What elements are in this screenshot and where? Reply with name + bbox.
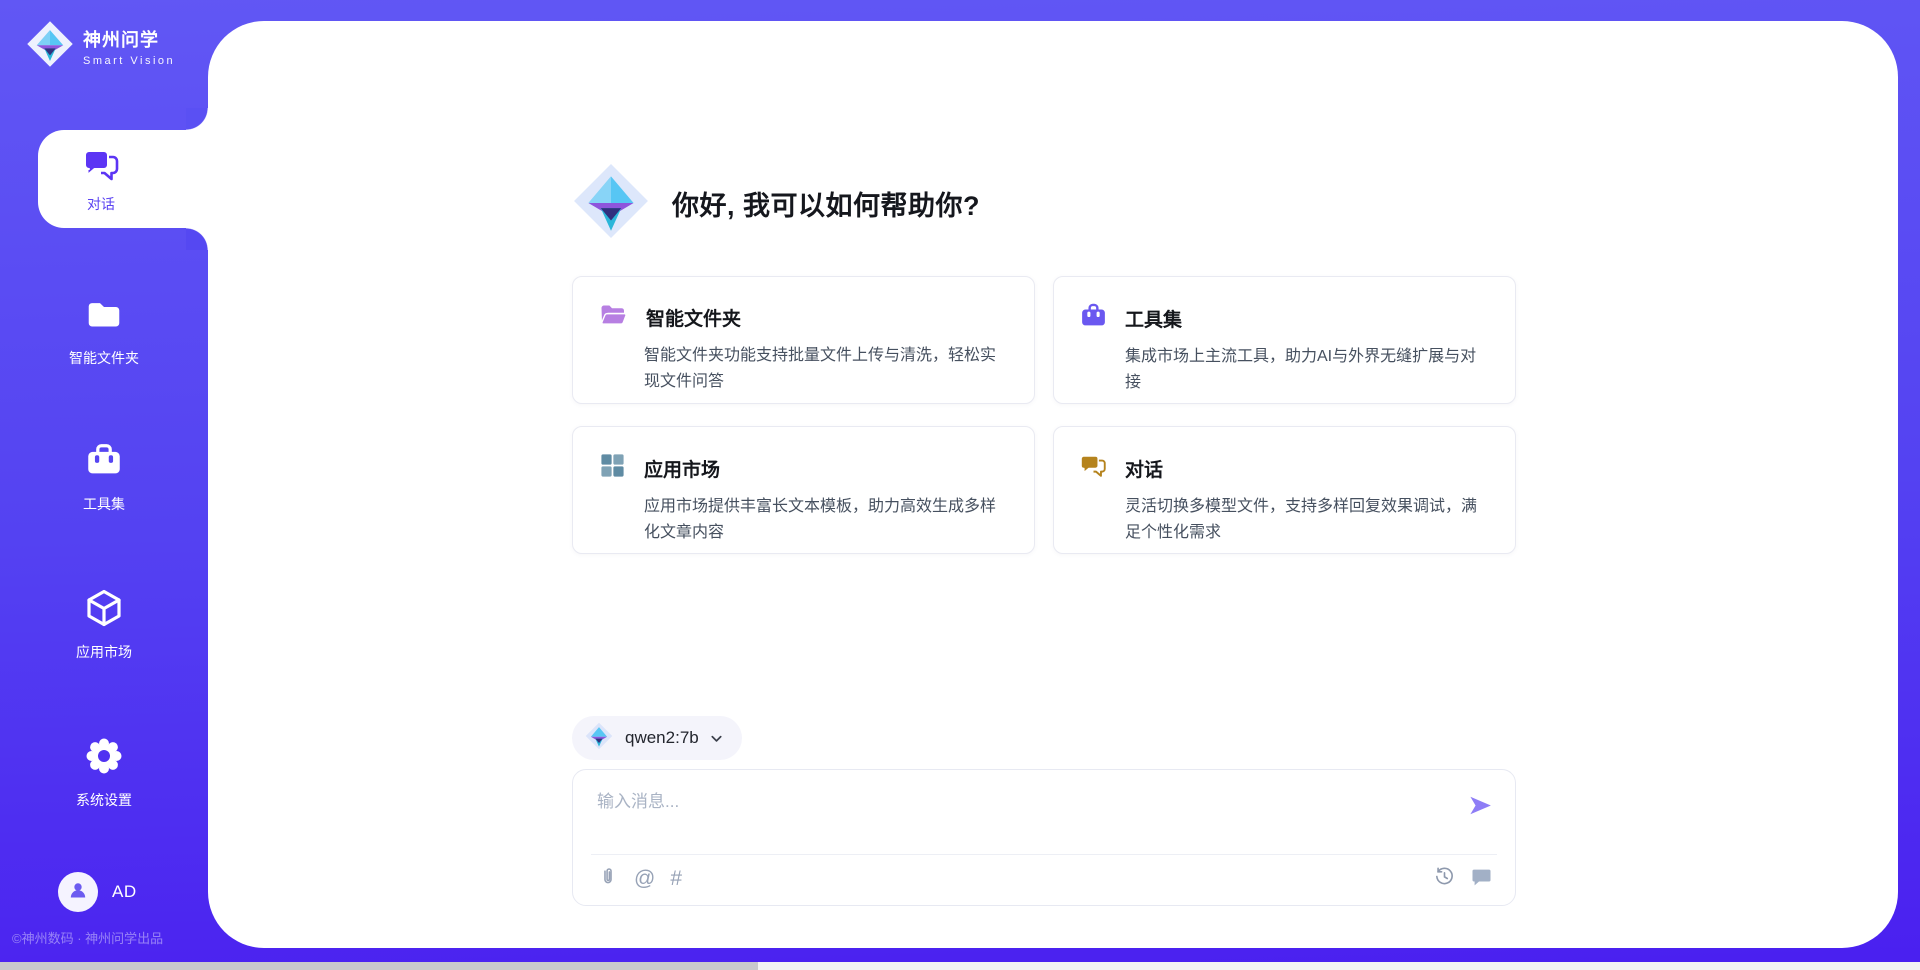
send-button[interactable] (1465, 792, 1495, 822)
grid-icon (599, 452, 626, 484)
chat-bubbles-icon (1080, 452, 1107, 484)
greeting-text: 你好, 我可以如何帮助你? (672, 184, 980, 223)
card-chat[interactable]: 对话 灵活切换多模型文件，支持多样回复效果调试，满足个性化需求 (1053, 426, 1516, 554)
at-sign-icon: @ (634, 867, 655, 891)
sidebar: 神州问学 Smart Vision 对话 智能文件夹 (0, 0, 208, 970)
new-chat-button[interactable] (1470, 865, 1493, 891)
greeting: 你好, 我可以如何帮助你? (572, 162, 980, 245)
chat-bubbles-icon (82, 145, 120, 188)
card-title: 对话 (1125, 455, 1163, 482)
brand-logo-diamond-icon (26, 20, 74, 73)
model-logo-diamond-icon (585, 722, 613, 755)
avatar (58, 872, 98, 912)
card-description: 灵活切换多模型文件，支持多样回复效果调试，满足个性化需求 (1125, 494, 1489, 546)
chat-bubble-icon (1470, 865, 1493, 891)
brand-subtitle: Smart Vision (83, 55, 175, 67)
user-profile[interactable]: AD (58, 872, 137, 912)
brand-title: 神州问学 (83, 26, 175, 52)
sidebar-item-smart-folder[interactable]: 智能文件夹 (3, 294, 205, 368)
user-name: AD (112, 882, 137, 902)
tab-curve-top (186, 108, 208, 130)
main-panel: 你好, 我可以如何帮助你? 智能文件夹 智能文件夹功能支持批量文件上传与清洗，轻… (208, 21, 1898, 948)
hash-icon: # (670, 867, 682, 891)
card-smart-folder[interactable]: 智能文件夹 智能文件夹功能支持批量文件上传与清洗，轻松实现文件问答 (572, 276, 1035, 404)
brand: 神州问学 Smart Vision (26, 20, 175, 73)
app-background: 神州问学 Smart Vision 对话 智能文件夹 (0, 0, 1920, 970)
card-description: 智能文件夹功能支持批量文件上传与清洗，轻松实现文件问答 (644, 343, 1008, 395)
briefcase-icon (1080, 302, 1107, 334)
card-title: 工具集 (1125, 305, 1182, 332)
sidebar-item-chat[interactable]: 对话 (38, 130, 210, 228)
feature-cards: 智能文件夹 智能文件夹功能支持批量文件上传与清洗，轻松实现文件问答 (572, 276, 1516, 554)
history-clock-icon (1433, 865, 1456, 891)
scrollbar-thumb[interactable] (0, 962, 758, 970)
card-app-market[interactable]: 应用市场 应用市场提供丰富长文本模板，助力高效生成多样化文章内容 (572, 426, 1035, 554)
copyright-text: ©神州数码 · 神州问学出品 (12, 928, 206, 947)
person-icon (66, 878, 90, 907)
card-title: 智能文件夹 (646, 304, 741, 331)
tab-curve-bottom (186, 228, 208, 250)
sidebar-item-toolset[interactable]: 工具集 (3, 440, 205, 514)
card-title: 应用市场 (644, 455, 720, 482)
gear-icon (82, 734, 126, 781)
sidebar-item-label: 智能文件夹 (69, 348, 139, 368)
sidebar-item-settings[interactable]: 系统设置 (3, 734, 205, 810)
sidebar-item-label: 系统设置 (76, 790, 132, 810)
attach-file-button[interactable] (597, 865, 619, 892)
topic-button[interactable]: # (670, 867, 682, 891)
composer-divider (591, 854, 1497, 855)
mention-button[interactable]: @ (634, 867, 655, 891)
sidebar-item-label: 对话 (87, 194, 115, 214)
message-input[interactable] (597, 787, 1417, 845)
assistant-logo-diamond-icon (572, 162, 650, 245)
model-name: qwen2:7b (625, 728, 699, 748)
horizontal-scrollbar (0, 962, 1920, 970)
card-toolset[interactable]: 工具集 集成市场上主流工具，助力AI与外界无缝扩展与对接 (1053, 276, 1516, 404)
cube-icon (82, 586, 126, 633)
folder-open-icon (599, 302, 628, 333)
sidebar-item-label: 工具集 (83, 494, 125, 514)
card-description: 集成市场上主流工具，助力AI与外界无缝扩展与对接 (1125, 344, 1489, 396)
send-icon (1467, 792, 1494, 822)
briefcase-icon (83, 440, 125, 485)
sidebar-item-label: 应用市场 (76, 642, 132, 662)
card-description: 应用市场提供丰富长文本模板，助力高效生成多样化文章内容 (644, 494, 1008, 546)
message-composer: @ # (572, 769, 1516, 906)
history-button[interactable] (1433, 865, 1456, 891)
chevron-down-icon (709, 731, 724, 746)
folder-icon (83, 294, 125, 339)
model-selector[interactable]: qwen2:7b (572, 716, 742, 760)
paperclip-icon (597, 865, 619, 892)
sidebar-item-app-market[interactable]: 应用市场 (3, 586, 205, 662)
